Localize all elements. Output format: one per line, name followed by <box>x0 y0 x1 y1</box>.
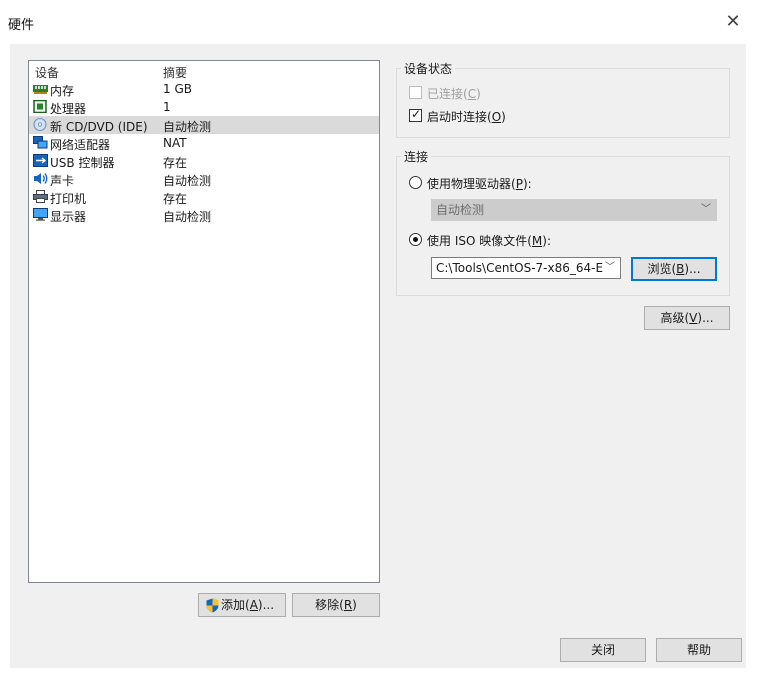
connection-legend: 连接 <box>401 148 432 165</box>
close-icon[interactable]: ✕ <box>722 12 744 34</box>
device-summary: NAT <box>163 136 187 150</box>
radio-selected-dot <box>413 237 418 242</box>
dialog-body: 设备 摘要 内存 1 GB 处理器 1 新 CD/DVD (IDE) 自动检测 … <box>10 44 746 632</box>
device-summary: 自动检测 <box>163 120 212 134</box>
uac-shield-icon <box>206 598 219 613</box>
device-summary: 自动检测 <box>163 174 212 188</box>
device-status-group: 设备状态 已连接(C) ✓ 启动时连接(O) <box>396 60 730 138</box>
help-button[interactable]: 帮助 <box>656 638 742 662</box>
device-name: USB 控制器 <box>50 156 115 170</box>
connect-at-power-on-label: 启动时连接(O) <box>427 110 506 124</box>
device-status-legend: 设备状态 <box>401 60 456 77</box>
device-name: 处理器 <box>50 102 87 116</box>
device-row-display[interactable]: 显示器 自动检测 <box>29 206 379 224</box>
checkmark-icon: ✓ <box>411 107 422 121</box>
device-list[interactable]: 设备 摘要 内存 1 GB 处理器 1 新 CD/DVD (IDE) 自动检测 … <box>28 60 380 583</box>
browse-button-suffix: )... <box>684 262 701 276</box>
device-row-sound-card[interactable]: 声卡 自动检测 <box>29 170 379 188</box>
device-row-network-adapter[interactable]: 网络适配器 NAT <box>29 134 379 152</box>
device-list-header: 设备 摘要 <box>29 61 379 81</box>
browse-button[interactable]: 浏览(B)... <box>631 257 717 281</box>
printer-icon <box>33 190 48 203</box>
device-row-memory[interactable]: 内存 1 GB <box>29 80 379 98</box>
cd-dvd-icon <box>33 118 47 131</box>
column-header-summary[interactable]: 摘要 <box>163 64 187 81</box>
chevron-down-icon: ﹀ <box>699 200 713 220</box>
remove-device-button[interactable]: 移除(R) <box>292 593 380 617</box>
device-summary: 存在 <box>163 156 188 170</box>
connection-group: 连接 使用物理驱动器(P): 自动检测 ﹀ 使用 ISO 映像文件(M): C:… <box>396 148 730 296</box>
device-name: 显示器 <box>50 210 87 224</box>
device-name: 声卡 <box>50 174 75 188</box>
advanced-button-suffix: )... <box>697 311 714 325</box>
connected-checkbox[interactable] <box>409 86 422 99</box>
advanced-button[interactable]: 高级(V)... <box>644 306 730 330</box>
physical-drive-select: 自动检测 ﹀ <box>431 199 717 221</box>
processor-icon <box>33 100 47 113</box>
display-icon <box>33 208 48 221</box>
device-row-printer[interactable]: 打印机 存在 <box>29 188 379 206</box>
network-adapter-icon <box>33 136 48 149</box>
iso-image-radio[interactable] <box>409 233 422 246</box>
add-button-accesskey: A <box>249 598 258 612</box>
physical-drive-radio[interactable] <box>409 176 422 189</box>
browse-button-label: 浏览( <box>647 262 677 276</box>
device-name: 打印机 <box>50 192 87 206</box>
usb-controller-icon <box>33 154 48 167</box>
memory-icon <box>33 85 48 94</box>
sound-card-icon <box>34 173 48 184</box>
physical-drive-value: 自动检测 <box>436 203 485 217</box>
iso-image-label: 使用 ISO 映像文件(M): <box>427 234 552 248</box>
device-row-processor[interactable]: 处理器 1 <box>29 98 379 116</box>
dialog-footer: 关闭 帮助 <box>10 632 746 668</box>
device-row-usb-controller[interactable]: USB 控制器 存在 <box>29 152 379 170</box>
remove-button-accesskey: R <box>343 598 353 612</box>
column-header-device[interactable]: 设备 <box>35 64 59 81</box>
add-button-label: 添加( <box>221 598 250 612</box>
device-name: 内存 <box>50 84 75 98</box>
device-name: 新 CD/DVD (IDE) <box>50 120 148 134</box>
chevron-down-icon[interactable]: ﹀ <box>603 258 617 278</box>
connect-at-power-on-checkbox[interactable]: ✓ <box>409 107 422 122</box>
close-button[interactable]: 关闭 <box>560 638 646 662</box>
add-device-button[interactable]: 添加(A)... <box>198 593 286 617</box>
connected-label: 已连接(C) <box>427 87 481 101</box>
device-name: 网络适配器 <box>50 138 111 152</box>
advanced-button-label: 高级( <box>660 311 690 325</box>
iso-path-value: C:\Tools\CentOS-7-x86_64-Ev <box>436 261 604 275</box>
device-summary: 1 <box>163 100 171 114</box>
iso-path-combobox[interactable]: C:\Tools\CentOS-7-x86_64-Ev ﹀ <box>431 257 621 279</box>
device-summary: 自动检测 <box>163 210 212 224</box>
device-row-cd-dvd[interactable]: 新 CD/DVD (IDE) 自动检测 <box>29 116 379 134</box>
remove-button-suffix: ) <box>352 598 357 612</box>
add-button-suffix: )... <box>257 598 275 612</box>
window-title: 硬件 <box>8 18 35 33</box>
physical-drive-label: 使用物理驱动器(P): <box>427 177 532 191</box>
device-summary: 1 GB <box>163 82 192 96</box>
remove-button-label: 移除( <box>315 598 344 612</box>
title-bar: 硬件 ✕ <box>0 0 760 44</box>
device-summary: 存在 <box>163 192 188 206</box>
